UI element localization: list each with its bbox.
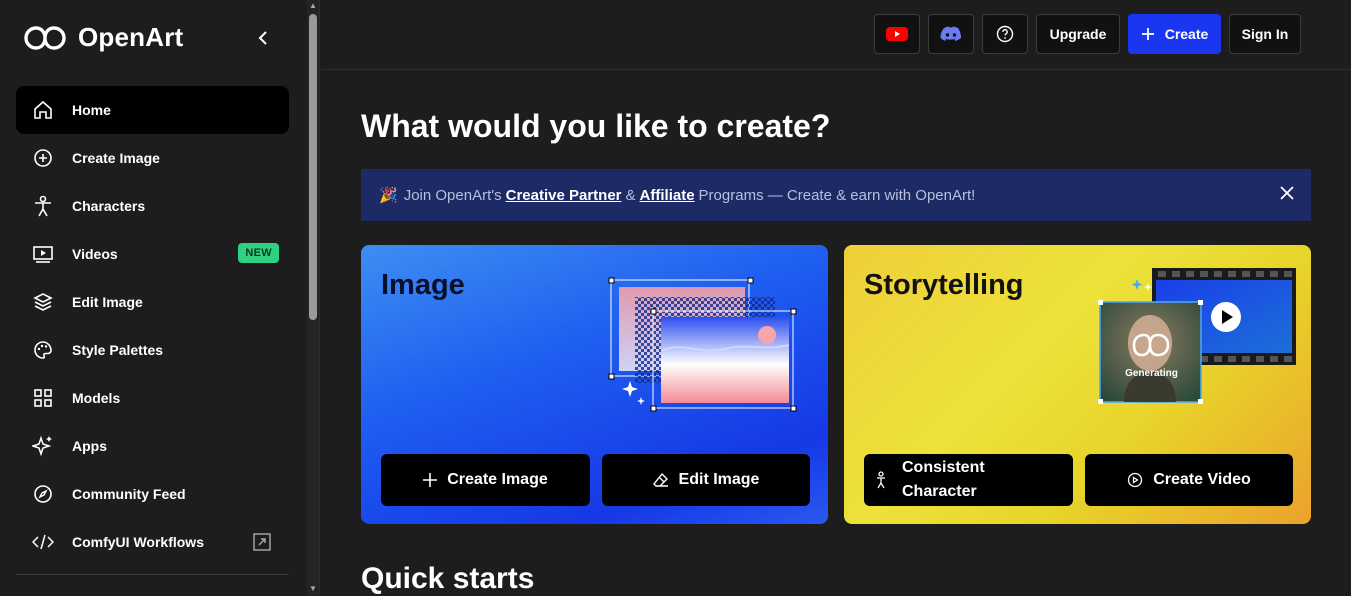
palette-icon — [32, 339, 54, 361]
person-walking-icon — [877, 471, 885, 489]
sidebar-item-apps[interactable]: Apps — [16, 422, 289, 470]
sidebar-divider — [16, 574, 289, 575]
sidebar-scrollbar[interactable]: ▲ ▼ — [307, 0, 319, 595]
new-badge: NEW — [238, 243, 279, 263]
logo-text: OpenArt — [78, 22, 184, 52]
sidebar-nav: Home Create Image Characters Videos NEW … — [16, 86, 289, 566]
plus-icon — [423, 473, 438, 487]
image-card[interactable]: Image Create Image Edit Image — [361, 245, 828, 524]
create-video-button[interactable]: Create Video — [1085, 454, 1293, 506]
help-circle-icon — [996, 25, 1014, 43]
party-emoji: 🎉 — [379, 187, 398, 204]
eraser-icon — [652, 472, 668, 487]
storytelling-card-title: Storytelling — [864, 269, 1024, 301]
sidebar-item-label: Edit Image — [72, 294, 143, 310]
discord-icon — [940, 26, 961, 41]
sidebar-item-label: Home — [72, 102, 111, 118]
sidebar-item-label: Community Feed — [72, 486, 186, 502]
sidebar-item-videos[interactable]: Videos NEW — [16, 230, 289, 278]
infinity-logo-icon — [24, 25, 66, 50]
sidebar-item-models[interactable]: Models — [16, 374, 289, 422]
upgrade-button[interactable]: Upgrade — [1036, 14, 1120, 54]
close-icon[interactable] — [1279, 185, 1295, 205]
consistent-character-label: Consistent Character — [902, 459, 985, 500]
banner-amp: & — [625, 186, 636, 204]
affiliate-link[interactable]: Affiliate — [640, 187, 695, 204]
scrollbar-thumb[interactable] — [309, 14, 317, 320]
sidebar-item-comfyui-workflows[interactable]: ComfyUI Workflows — [16, 518, 289, 566]
plus-circle-icon — [32, 147, 54, 169]
create-image-button[interactable]: Create Image — [381, 454, 590, 506]
sidebar-item-style-palettes[interactable]: Style Palettes — [16, 326, 289, 374]
sidebar-item-label: Videos — [72, 246, 118, 262]
promo-banner: 🎉 Join OpenArt's Creative Partner & Affi… — [361, 169, 1311, 221]
storytelling-illustration — [1098, 268, 1296, 404]
discord-button[interactable] — [928, 14, 974, 54]
consistent-character-button[interactable]: Consistent Character — [864, 454, 1073, 506]
sparkle-icon — [32, 435, 54, 457]
sidebar-item-create-image[interactable]: Create Image — [16, 134, 289, 182]
layers-icon — [32, 291, 54, 313]
scroll-down-arrow-icon[interactable]: ▼ — [309, 585, 317, 593]
edit-image-label: Edit Image — [678, 471, 760, 488]
openart-logo[interactable]: OpenArt — [20, 22, 183, 53]
external-link-icon — [253, 533, 271, 554]
create-button[interactable]: Create — [1128, 14, 1221, 54]
banner-prefix: Join OpenArt's — [403, 186, 502, 204]
grid-icon — [32, 387, 54, 409]
youtube-icon — [886, 27, 908, 41]
sidebar-item-home[interactable]: Home — [16, 86, 289, 134]
sidebar-item-label: ComfyUI Workflows — [72, 534, 204, 550]
person-icon — [32, 195, 54, 217]
sidebar-item-label: Style Palettes — [72, 342, 164, 358]
code-icon — [32, 531, 54, 553]
creative-partner-link[interactable]: Creative Partner — [506, 187, 622, 204]
sidebar: OpenArt Home Create Image Characters Vid… — [0, 0, 320, 595]
collapse-sidebar-button[interactable] — [252, 26, 274, 50]
scroll-up-arrow-icon[interactable]: ▲ — [309, 2, 317, 10]
compass-icon — [32, 483, 54, 505]
sidebar-item-community-feed[interactable]: Community Feed — [16, 470, 289, 518]
sidebar-item-edit-image[interactable]: Edit Image — [16, 278, 289, 326]
create-button-label: Create — [1164, 26, 1209, 42]
page-title: What would you like to create? — [361, 108, 831, 144]
image-illustration — [608, 277, 797, 412]
banner-suffix: Programs — Create & earn with OpenArt! — [698, 186, 976, 204]
create-image-label: Create Image — [447, 471, 548, 488]
image-card-title: Image — [381, 269, 465, 301]
play-circle-icon — [1128, 472, 1143, 488]
sign-in-button[interactable]: Sign In — [1229, 14, 1301, 54]
storytelling-card[interactable]: Storytelling Generating Consistent Chara… — [844, 245, 1311, 524]
plus-icon — [1141, 28, 1154, 40]
sidebar-item-characters[interactable]: Characters — [16, 182, 289, 230]
chevron-left-icon — [258, 31, 267, 45]
create-video-label: Create Video — [1153, 471, 1251, 488]
edit-image-button[interactable]: Edit Image — [602, 454, 810, 506]
generating-label: Generating — [1125, 368, 1178, 379]
quick-starts-heading: Quick starts — [361, 562, 535, 595]
youtube-button[interactable] — [874, 14, 920, 54]
home-icon — [32, 99, 54, 121]
help-button[interactable] — [982, 14, 1028, 54]
sidebar-item-label: Models — [72, 390, 121, 406]
sidebar-item-label: Apps — [72, 438, 107, 454]
video-icon — [32, 243, 54, 265]
sidebar-item-label: Create Image — [72, 150, 160, 166]
sidebar-item-label: Characters — [72, 198, 146, 214]
